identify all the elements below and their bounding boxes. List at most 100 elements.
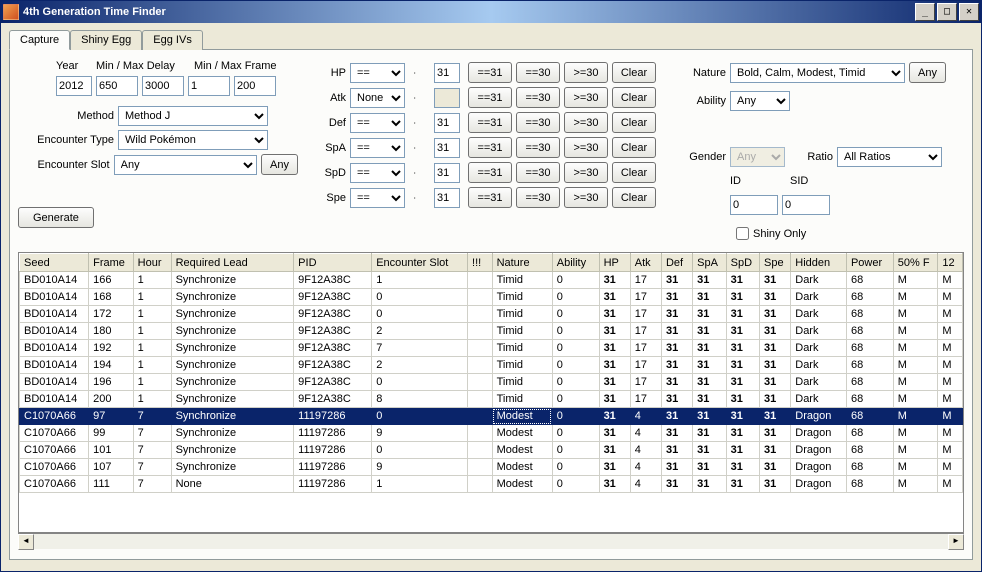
atk-value-input[interactable] [434,88,460,108]
table-row[interactable]: BD010A142001Synchronize9F12A38C8Timid031… [20,391,963,408]
spd-e30-button[interactable]: ==30 [516,162,560,183]
atk-e31-button[interactable]: ==31 [468,87,512,108]
sid-input[interactable] [782,195,830,215]
maximize-button[interactable]: □ [937,3,957,21]
shiny-only-checkbox[interactable] [736,227,749,240]
ratio-select[interactable]: All Ratios [837,147,942,167]
col-header[interactable]: !!! [468,254,493,272]
def-e30-button[interactable]: ==30 [516,112,560,133]
cell: 31 [726,374,759,391]
col-header[interactable]: Atk [630,254,661,272]
spd-clear-button[interactable]: Clear [612,162,656,183]
col-header[interactable]: Spe [760,254,791,272]
close-button[interactable]: ✕ [959,3,979,21]
hp-e31-button[interactable]: ==31 [468,62,512,83]
gender-select[interactable]: Any [730,147,785,167]
table-row[interactable]: BD010A141801Synchronize9F12A38C2Timid031… [20,323,963,340]
generate-button[interactable]: Generate [18,207,94,228]
hp-op-select[interactable]: == [350,63,405,83]
atk-op-select[interactable]: None [350,88,405,108]
table-row[interactable]: C1070A661117None111972861Modest031431313… [20,476,963,493]
atk-clear-button[interactable]: Clear [612,87,656,108]
def-clear-button[interactable]: Clear [612,112,656,133]
spd-op-select[interactable]: == [350,163,405,183]
year-input[interactable] [56,76,92,96]
col-header[interactable]: Encounter Slot [372,254,468,272]
spa-value-input[interactable] [434,138,460,158]
col-header[interactable]: Def [661,254,692,272]
nature-any-button[interactable]: Any [909,62,946,83]
scroll-left-arrow[interactable]: ◄ [18,534,34,550]
spa-ge30-button[interactable]: >=30 [564,137,608,158]
table-row[interactable]: BD010A141921Synchronize9F12A38C7Timid031… [20,340,963,357]
scroll-right-arrow[interactable]: ► [948,534,964,550]
dot-icon: • [414,120,430,125]
cell: 0 [552,425,599,442]
min-delay-input[interactable] [96,76,138,96]
col-header[interactable]: 12 [938,254,963,272]
spe-e30-button[interactable]: ==30 [516,187,560,208]
spd-e31-button[interactable]: ==31 [468,162,512,183]
def-ge30-button[interactable]: >=30 [564,112,608,133]
hp-value-input[interactable] [434,63,460,83]
spe-ge30-button[interactable]: >=30 [564,187,608,208]
id-input[interactable] [730,195,778,215]
atk-e30-button[interactable]: ==30 [516,87,560,108]
spa-clear-button[interactable]: Clear [612,137,656,158]
col-header[interactable]: SpA [693,254,726,272]
results-table[interactable]: SeedFrameHourRequired LeadPIDEncounter S… [19,253,963,493]
max-delay-input[interactable] [142,76,184,96]
spe-op-select[interactable]: == [350,188,405,208]
col-header[interactable]: Frame [89,254,134,272]
hp-ge30-button[interactable]: >=30 [564,62,608,83]
col-header[interactable]: Required Lead [171,254,294,272]
spa-e31-button[interactable]: ==31 [468,137,512,158]
encounter-slot-any-button[interactable]: Any [261,154,298,175]
col-header[interactable]: 50% F [893,254,938,272]
spa-e30-button[interactable]: ==30 [516,137,560,158]
table-row[interactable]: C1070A661017Synchronize111972860Modest03… [20,442,963,459]
min-frame-input[interactable] [188,76,230,96]
col-header[interactable]: Seed [20,254,89,272]
max-frame-input[interactable] [234,76,276,96]
spd-ge30-button[interactable]: >=30 [564,162,608,183]
tab-egg-ivs[interactable]: Egg IVs [142,30,203,50]
hp-clear-button[interactable]: Clear [612,62,656,83]
spe-value-input[interactable] [434,188,460,208]
col-header[interactable]: Hidden [791,254,847,272]
table-row[interactable]: BD010A141941Synchronize9F12A38C2Timid031… [20,357,963,374]
tab-capture[interactable]: Capture [9,30,70,50]
table-row[interactable]: BD010A141681Synchronize9F12A38C0Timid031… [20,289,963,306]
minimize-button[interactable]: _ [915,3,935,21]
spe-clear-button[interactable]: Clear [612,187,656,208]
spd-value-input[interactable] [434,163,460,183]
col-header[interactable]: Power [846,254,893,272]
col-header[interactable]: PID [294,254,372,272]
tab-shiny-egg[interactable]: Shiny Egg [70,30,142,50]
table-row[interactable]: BD010A141961Synchronize9F12A38C0Timid031… [20,374,963,391]
table-row[interactable]: C1070A66997Synchronize111972869Modest031… [20,425,963,442]
scroll-track[interactable] [34,534,948,549]
nature-select[interactable]: Bold, Calm, Modest, Timid [730,63,905,83]
horizontal-scrollbar[interactable]: ◄ ► [18,533,964,549]
spa-op-select[interactable]: == [350,138,405,158]
col-header[interactable]: Ability [552,254,599,272]
table-row[interactable]: BD010A141661Synchronize9F12A38C1Timid031… [20,272,963,289]
table-row[interactable]: BD010A141721Synchronize9F12A38C0Timid031… [20,306,963,323]
table-row[interactable]: C1070A661077Synchronize111972869Modest03… [20,459,963,476]
ability-select[interactable]: Any [730,91,790,111]
col-header[interactable]: SpD [726,254,759,272]
def-e31-button[interactable]: ==31 [468,112,512,133]
spe-e31-button[interactable]: ==31 [468,187,512,208]
method-select[interactable]: Method J [118,106,268,126]
col-header[interactable]: Hour [133,254,171,272]
col-header[interactable]: HP [599,254,630,272]
table-row[interactable]: C1070A66977Synchronize111972860Modest031… [20,408,963,425]
atk-ge30-button[interactable]: >=30 [564,87,608,108]
def-op-select[interactable]: == [350,113,405,133]
def-value-input[interactable] [434,113,460,133]
encounter-type-select[interactable]: Wild Pokémon [118,130,268,150]
hp-e30-button[interactable]: ==30 [516,62,560,83]
col-header[interactable]: Nature [492,254,552,272]
encounter-slot-select[interactable]: Any [114,155,257,175]
